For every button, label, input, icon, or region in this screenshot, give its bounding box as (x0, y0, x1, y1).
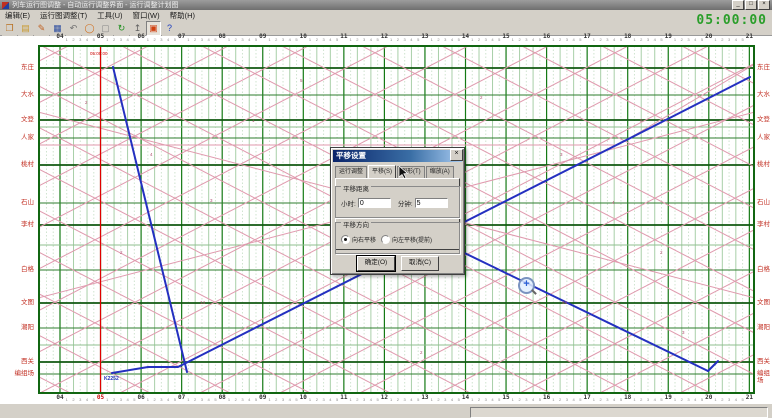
open-file-icon[interactable]: ▤ (18, 21, 33, 36)
menu-item-4[interactable]: 帮助(H) (165, 10, 200, 21)
new-diagram-icon[interactable]: ❐ (2, 21, 17, 36)
status-panel (470, 407, 768, 418)
edit-icon[interactable]: ✎ (34, 21, 49, 36)
adjust-mode-icon[interactable]: ▣ (146, 21, 161, 36)
dialog-tabs: 运行调整 平移(S) 图形(T) 缩放(A) (335, 165, 460, 179)
application-window: { "window": { "title": "列车运行图调整 - 自动运行调整… (0, 0, 772, 417)
cancel-button[interactable]: 取消(C) (401, 256, 439, 271)
menu-item-2[interactable]: 工具(U) (92, 10, 127, 21)
radio-shift-left-label: 向左平移(提前) (392, 235, 432, 244)
tab-zoom[interactable]: 缩放(A) (426, 166, 454, 178)
minimize-button[interactable]: _ (732, 0, 744, 10)
radio-shift-right-label: 向右平移 (352, 235, 376, 244)
shift-dialog: 平移设置 × 运行调整 平移(S) 图形(T) 缩放(A) 平移距离 小时: 分… (330, 147, 465, 275)
menu-item-0[interactable]: 编辑(E) (0, 10, 35, 21)
upload-icon[interactable]: ↥ (130, 21, 145, 36)
shift-direction-group: 平移方向 向右平移 向左平移(提前) (335, 222, 460, 254)
close-button[interactable]: × (758, 0, 770, 10)
tab-adjust[interactable]: 运行调整 (335, 166, 367, 178)
zoom-cursor-icon (518, 277, 535, 294)
shift-distance-label: 平移距离 (341, 183, 371, 193)
hours-label: 小时: (341, 198, 356, 208)
radio-shift-left[interactable] (381, 235, 390, 244)
tab-shift[interactable]: 平移(S) (368, 165, 396, 179)
stop-icon[interactable]: ◯ (82, 21, 97, 36)
save-icon[interactable]: ▦ (50, 21, 65, 36)
status-bar (0, 403, 772, 418)
help-icon[interactable]: ? (162, 21, 177, 36)
blank-page-icon[interactable]: ▢ (98, 21, 113, 36)
window-title: 列车运行图调整 - 自动运行调整界面 - 运行调整计划图 (12, 0, 731, 10)
ok-button[interactable]: 确定(O) (357, 256, 395, 271)
tab-graphic[interactable]: 图形(T) (397, 166, 425, 178)
refresh-icon[interactable]: ↻ (114, 21, 129, 36)
radio-shift-right[interactable] (341, 235, 350, 244)
minutes-label: 分钟: (398, 198, 413, 208)
hours-input[interactable] (358, 198, 391, 208)
system-clock: 05:00:00 (696, 13, 767, 28)
shift-distance-group: 平移距离 小时: 分钟: (335, 186, 460, 218)
toolbar: ❐▤✎▦↶◯▢↻↥▣? (0, 21, 772, 36)
maximize-button[interactable]: □ (745, 0, 757, 10)
minutes-input[interactable] (415, 198, 448, 208)
title-bar: 列车运行图调整 - 自动运行调整界面 - 运行调整计划图 _ □ × (0, 0, 772, 10)
menu-item-1[interactable]: 运行图调整(T) (35, 10, 92, 21)
dialog-close-icon[interactable]: × (450, 149, 463, 161)
menu-bar: 编辑(E)运行图调整(T)工具(U)窗口(W)帮助(H) (0, 10, 772, 21)
menu-item-3[interactable]: 窗口(W) (128, 10, 165, 21)
app-icon (2, 2, 9, 9)
dialog-title[interactable]: 平移设置 (333, 150, 462, 162)
shift-direction-label: 平移方向 (341, 219, 371, 229)
undo-icon[interactable]: ↶ (66, 21, 81, 36)
